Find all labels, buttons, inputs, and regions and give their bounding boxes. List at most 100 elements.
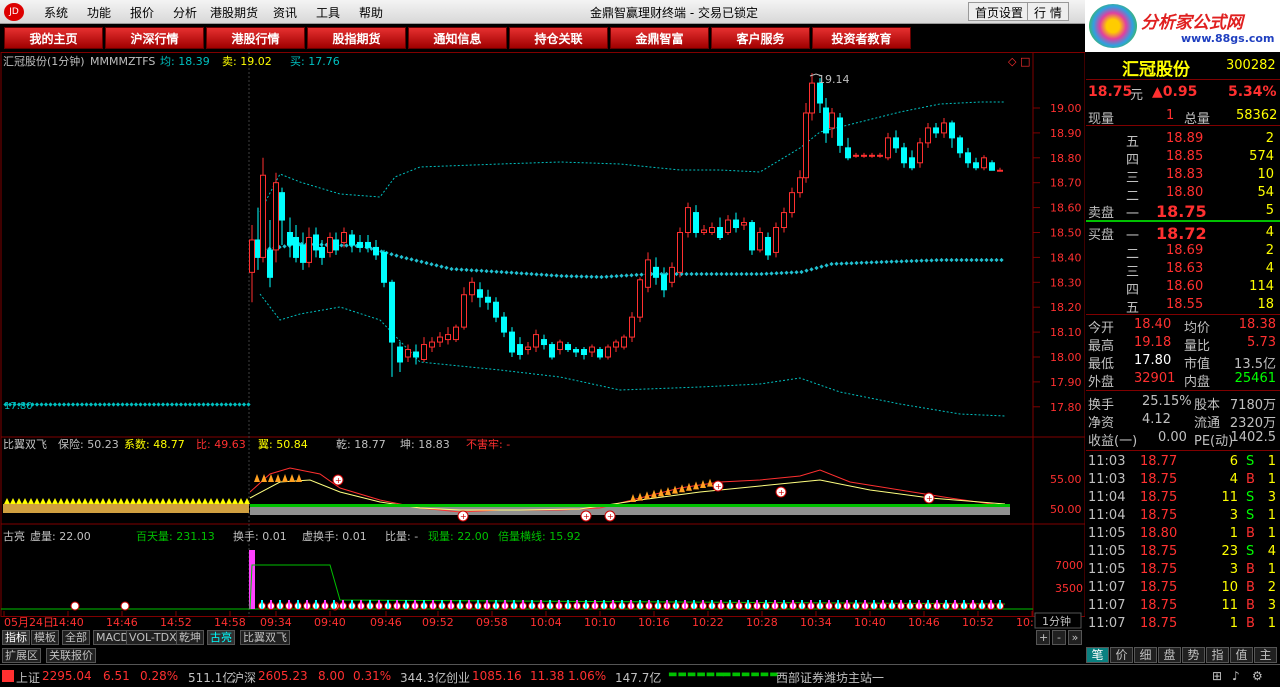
panel2-baoxian: 保险: 50.23 [58, 437, 119, 451]
tick-row: 11:07 18.75 1 B 1 [1088, 616, 1276, 631]
chart-indicator-name: MMMMZTFS [90, 55, 155, 68]
stat-row: 最低 17.80 市值 13.5亿 [1088, 353, 1276, 372]
sh-pct: 0.28% [140, 669, 179, 683]
price-change-pct: 5.34% [1228, 84, 1277, 100]
menu-function[interactable]: 功能 [87, 4, 111, 21]
tick-row: 11:05 18.75 23 S 4 [1088, 544, 1276, 559]
rtab-main[interactable]: 主 [1254, 647, 1277, 663]
time-tick: 10:16 [638, 616, 670, 629]
status-bar: 上证 2295.04 6.51 0.28% 511.1亿 沪深 2605.23 … [0, 664, 1280, 687]
price-tick: 18.30 [1050, 276, 1082, 289]
sell-level-row: 三 18.83 10 [1126, 167, 1274, 186]
price-tick: 17.80 [1050, 401, 1082, 414]
rtab-xi[interactable]: 细 [1134, 647, 1157, 663]
price-tick: 18.40 [1050, 251, 1082, 264]
nav-holding[interactable]: 持仓关联 [509, 27, 608, 49]
avg-label: 均: 18.39 [160, 55, 210, 68]
zoom-in-button[interactable]: + [1036, 630, 1050, 645]
tick-row: 11:05 18.75 3 B 1 [1088, 562, 1276, 577]
sh-change: 6.51 [103, 669, 130, 683]
menu-tools[interactable]: 工具 [316, 4, 340, 21]
hs-pct: 0.31% [353, 669, 392, 683]
panel2-name: 比翼双飞 [3, 438, 47, 451]
rtab-pan[interactable]: 盘 [1158, 647, 1181, 663]
tab-extension[interactable]: 扩展区 [2, 648, 41, 663]
rtab-bi[interactable]: 笔 [1086, 647, 1109, 663]
time-tick: 10:22 [692, 616, 724, 629]
chart-area[interactable]: 汇冠股份(1分钟) MMMMZTFS 均: 18.39 卖: 19.02 买: … [0, 52, 1085, 629]
menu-system[interactable]: 系统 [44, 4, 68, 21]
tick-row: 11:03 18.75 4 B 1 [1088, 472, 1276, 487]
panel3-name: 古亮 [3, 529, 25, 543]
tick-row: 11:05 18.80 1 B 1 [1088, 526, 1276, 541]
sound-icon: ♪ [1232, 669, 1240, 683]
stat2-row: 换手 25.15% 股本 7180万 [1088, 394, 1276, 413]
tab-biyishuangfei[interactable]: 比翼双飞 [240, 630, 290, 645]
square-icon[interactable]: □ [1020, 55, 1030, 68]
window-title: 金鼎智赢理财终端 - 交易已锁定 [590, 6, 758, 20]
stat-row: 今开 18.40 均价 18.38 [1088, 317, 1276, 336]
tab-guliang[interactable]: 古亮 [207, 630, 235, 645]
nav-sh-sz[interactable]: 沪深行情 [105, 27, 204, 49]
time-tick: 14:40 [52, 616, 84, 629]
stat2-row: 净资 4.12 流通 2320万 [1088, 412, 1276, 431]
nav-service[interactable]: 客户服务 [711, 27, 810, 49]
tab-related-quote[interactable]: 关联报价 [46, 648, 96, 663]
nav-hk[interactable]: 港股行情 [206, 27, 305, 49]
home-settings-button[interactable]: 首页设置 [968, 2, 1031, 21]
nav-my-home[interactable]: 我的主页 [4, 27, 103, 49]
tick-row: 11:04 18.75 11 S 3 [1088, 490, 1276, 505]
period-selector[interactable]: 1分钟 [1042, 614, 1071, 628]
hs-label: 沪深 [232, 671, 257, 685]
chart-stock-name: 汇冠股份(1分钟) [3, 54, 85, 68]
cy-amount: 147.7亿 [615, 671, 662, 685]
brand-banner: 分析家公式网 www.88gs.com [1085, 0, 1280, 52]
rtab-jia[interactable]: 价 [1110, 647, 1133, 663]
time-tick: 09:34 [260, 616, 292, 629]
time-tick: 05月24日 [4, 616, 54, 629]
tab-vol-tdx[interactable]: VOL-TDX [126, 630, 180, 645]
diamond-icon[interactable]: ◇ [1008, 55, 1017, 68]
menu-quote[interactable]: 报价 [130, 4, 154, 21]
time-tick: 14:58 [214, 616, 246, 629]
tick-row: 11:07 18.75 10 B 2 [1088, 580, 1276, 595]
sell-level-row: 五 18.89 2 [1126, 131, 1274, 150]
buy-level-row: 一 18.72 4 [1126, 224, 1274, 244]
nav-education[interactable]: 投资者教育 [812, 27, 911, 49]
quote-button[interactable]: 行 情 [1027, 2, 1069, 21]
signal-bars-icon-2: ▬▬▬▬▬▬ [722, 669, 779, 680]
nav-notice[interactable]: 通知信息 [408, 27, 507, 49]
tab-indicator[interactable]: 指标 [2, 630, 30, 645]
time-tick: 09:52 [422, 616, 454, 629]
sell-level-row: 二 18.80 54 [1126, 185, 1274, 204]
brand-title: 分析家公式网 [1141, 13, 1243, 33]
nav-jinding[interactable]: 金鼎智富 [610, 27, 709, 49]
menu-analysis[interactable]: 分析 [173, 4, 197, 21]
tab-qiankun[interactable]: 乾坤 [176, 630, 204, 645]
tick-row: 11:03 18.77 6 S 1 [1088, 454, 1276, 469]
buy-level-row: 四 18.60 114 [1126, 279, 1274, 298]
zoom-out-button[interactable]: - [1052, 630, 1066, 645]
app-logo-icon: JD [4, 3, 24, 21]
scroll-button[interactable]: » [1068, 630, 1082, 645]
nav-bar: 我的主页 沪深行情 港股行情 股指期货 通知信息 持仓关联 金鼎智富 客户服务 … [0, 26, 1085, 50]
menu-news[interactable]: 资讯 [273, 4, 297, 21]
tab-template[interactable]: 模板 [31, 630, 59, 645]
rtab-zhi[interactable]: 指 [1206, 647, 1229, 663]
up-indicator-icon [2, 670, 14, 682]
menu-hk-futures[interactable]: 港股期货 [210, 4, 258, 21]
menu-help[interactable]: 帮助 [359, 4, 383, 21]
rtab-shi[interactable]: 势 [1182, 647, 1205, 663]
nav-index-futures[interactable]: 股指期货 [307, 27, 406, 49]
tick-row: 11:04 18.75 3 S 1 [1088, 508, 1276, 523]
panel3-baitian: 百天量: 231.13 [136, 530, 215, 543]
rtab-value[interactable]: 值 [1230, 647, 1253, 663]
tab-all[interactable]: 全部 [62, 630, 90, 645]
high-mark: 19.14 [818, 73, 850, 86]
zongliang-value: 58362 [1236, 108, 1278, 123]
network-icon: ⊞ [1212, 669, 1223, 683]
time-tick: 14:46 [106, 616, 138, 629]
price-tick: 18.10 [1050, 326, 1082, 339]
panel3-ytick-7000: 7000 [1055, 559, 1083, 572]
price-tick: 19.00 [1050, 102, 1082, 115]
